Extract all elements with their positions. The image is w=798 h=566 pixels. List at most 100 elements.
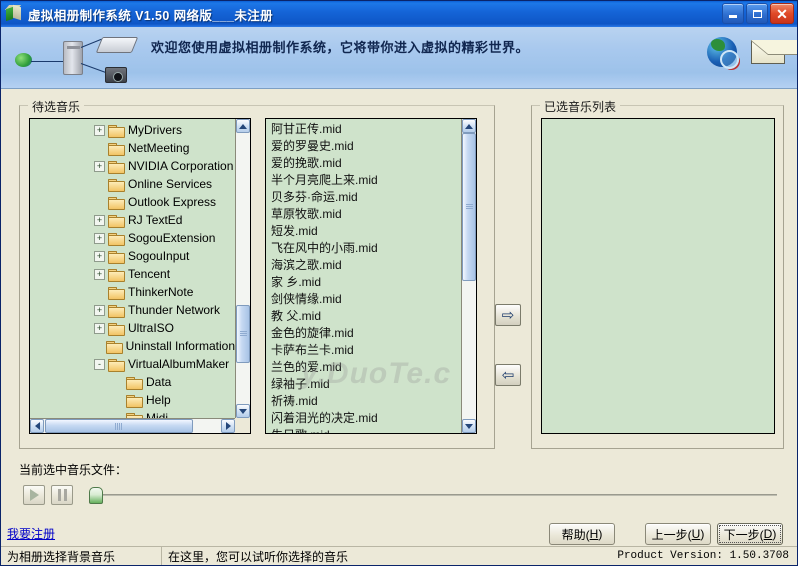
folder-tree-vscrollbar[interactable] <box>235 119 250 418</box>
help-button[interactable]: 帮助(H) <box>549 523 615 545</box>
tree-item-label: UltraISO <box>128 321 175 335</box>
selected-files-list[interactable] <box>541 118 775 434</box>
status-middle: 在这里，您可以试听你选择的音乐 <box>161 547 611 565</box>
music-file-item[interactable]: 生日歌.mid <box>268 427 461 433</box>
available-files-vscrollbar[interactable] <box>461 119 476 433</box>
application-window: 虚拟相册制作系统 V1.50 网络版___未注册 ✕ 欢迎您使用虚拟相册制作系统… <box>0 0 798 566</box>
tree-item[interactable]: ThinkerNote <box>32 283 235 301</box>
music-file-item[interactable]: 草原牧歌.mid <box>268 206 461 223</box>
scroll-thumb[interactable] <box>236 305 250 363</box>
tree-item[interactable]: Midi <box>32 409 235 418</box>
expand-icon[interactable]: + <box>94 304 105 316</box>
tree-item[interactable]: Outlook Express <box>32 193 235 211</box>
tree-item-label: SogouInput <box>128 249 190 263</box>
scroll-left-button[interactable] <box>30 419 44 433</box>
music-file-item[interactable]: 卡萨布兰卡.mid <box>268 342 461 359</box>
music-file-item[interactable]: 祈祷.mid <box>268 393 461 410</box>
music-file-item[interactable]: 绿袖子.mid <box>268 376 461 393</box>
folder-icon <box>108 358 125 372</box>
banner-icon-group <box>707 37 785 69</box>
tree-item[interactable]: Online Services <box>32 175 235 193</box>
collapse-icon[interactable]: - <box>94 358 105 370</box>
seek-thumb[interactable] <box>89 487 103 504</box>
music-file-item[interactable]: 教 父.mid <box>268 308 461 325</box>
maximize-button[interactable] <box>746 3 768 24</box>
available-music-title: 待选音乐 <box>28 98 85 115</box>
folder-tree-hscrollbar[interactable] <box>30 418 235 433</box>
folder-icon <box>108 286 125 300</box>
tree-item[interactable]: + UltraISO <box>32 319 235 337</box>
pause-icon <box>57 489 67 501</box>
tree-item[interactable]: + SogouExtension <box>32 229 235 247</box>
minimize-button[interactable] <box>722 3 744 24</box>
scroll-down-button[interactable] <box>236 404 250 418</box>
music-file-item[interactable]: 家 乡.mid <box>268 274 461 291</box>
folder-tree[interactable]: + MyDrivers NetMeeting + NVIDIA Corporation O… <box>29 118 251 434</box>
scroll-down-button[interactable] <box>462 419 476 433</box>
music-file-item[interactable]: 半个月亮爬上来.mid <box>268 172 461 189</box>
tree-item[interactable]: + SogouInput <box>32 247 235 265</box>
tree-item[interactable]: + Thunder Network <box>32 301 235 319</box>
expand-icon[interactable]: + <box>94 268 105 280</box>
accelerator-letter: H <box>589 527 599 541</box>
register-link[interactable]: 我要注册 <box>7 525 55 542</box>
scroll-up-button[interactable] <box>462 119 476 133</box>
hscroll-thumb[interactable] <box>45 419 193 433</box>
folder-icon <box>108 214 125 228</box>
music-file-item[interactable]: 短发.mid <box>268 223 461 240</box>
next-step-button[interactable]: 下一步(D) <box>717 523 783 545</box>
tree-item[interactable]: Uninstall Information <box>32 337 235 355</box>
selected-music-group: 已选音乐列表 <box>531 98 784 449</box>
music-file-item[interactable]: 兰色的爱.mid <box>268 359 461 376</box>
music-file-item[interactable]: 海滨之歌.mid <box>268 257 461 274</box>
play-button[interactable] <box>23 485 45 505</box>
close-button[interactable]: ✕ <box>770 3 794 24</box>
expand-icon[interactable]: + <box>94 160 105 172</box>
music-file-item[interactable]: 闪着泪光的决定.mid <box>268 410 461 427</box>
expand-icon[interactable]: + <box>94 232 105 244</box>
expand-icon[interactable]: + <box>94 124 105 136</box>
maximize-icon <box>752 9 762 18</box>
scroll-thumb[interactable] <box>462 133 476 281</box>
globe-search-icon[interactable] <box>707 37 739 69</box>
scroll-right-button[interactable] <box>221 419 235 433</box>
music-file-item[interactable]: 金色的旋律.mid <box>268 325 461 342</box>
tree-item[interactable]: Data <box>32 373 235 391</box>
pause-button[interactable] <box>51 485 73 505</box>
tree-item[interactable]: + RJ TextEd <box>32 211 235 229</box>
music-file-item[interactable]: 爱的挽歌.mid <box>268 155 461 172</box>
expand-icon[interactable]: + <box>94 322 105 334</box>
tree-item[interactable]: NetMeeting <box>32 139 235 157</box>
seek-slider[interactable] <box>87 486 777 504</box>
tree-item[interactable]: + MyDrivers <box>32 121 235 139</box>
expand-icon[interactable]: + <box>94 250 105 262</box>
available-files-list[interactable]: 阿甘正传.mid 爱的罗曼史.mid 爱的挽歌.mid 半个月亮爬上来.mid 贝多芬·… <box>265 118 477 434</box>
seek-track <box>97 494 777 496</box>
available-music-group: 待选音乐 + MyDrivers NetMeeting + NVIDIA Corpora… <box>19 98 495 449</box>
tree-item-label: RJ TextEd <box>128 213 183 227</box>
tree-item[interactable]: + NVIDIA Corporation <box>32 157 235 175</box>
music-file-item[interactable]: 阿甘正传.mid <box>268 121 461 138</box>
tree-item[interactable]: + Tencent <box>32 265 235 283</box>
music-file-item[interactable]: 爱的罗曼史.mid <box>268 138 461 155</box>
folder-icon <box>108 322 125 336</box>
folder-icon <box>108 232 125 246</box>
available-files-items: 阿甘正传.mid 爱的罗曼史.mid 爱的挽歌.mid 半个月亮爬上来.mid 贝多芬·… <box>266 119 461 433</box>
music-file-item[interactable]: 飞在风中的小雨.mid <box>268 240 461 257</box>
folder-icon <box>108 124 125 138</box>
music-file-item[interactable]: 贝多芬·命运.mid <box>268 189 461 206</box>
envelope-icon[interactable] <box>751 40 785 64</box>
window-controls: ✕ <box>722 3 794 24</box>
music-file-item[interactable]: 剑侠情缘.mid <box>268 291 461 308</box>
tree-item[interactable]: Help <box>32 391 235 409</box>
scroll-up-button[interactable] <box>236 119 250 133</box>
remove-from-selection-button[interactable]: ⇦ <box>495 364 521 386</box>
tree-item[interactable]: - VirtualAlbumMaker <box>32 355 235 373</box>
expand-icon[interactable]: + <box>94 214 105 226</box>
add-to-selection-button[interactable]: ⇨ <box>495 304 521 326</box>
tree-item-label: ThinkerNote <box>128 285 194 299</box>
previous-step-button[interactable]: 上一步(U) <box>645 523 711 545</box>
selected-music-title: 已选音乐列表 <box>540 98 621 115</box>
